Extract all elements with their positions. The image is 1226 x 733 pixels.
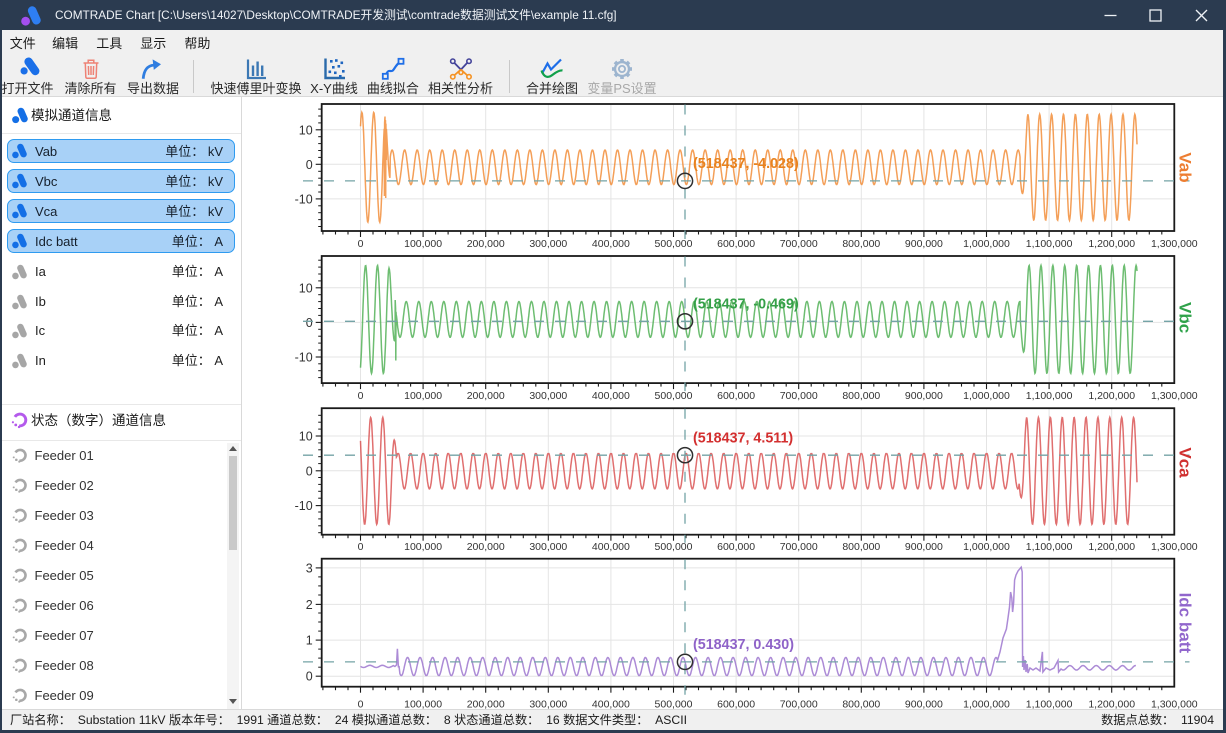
- svg-text:10: 10: [299, 281, 313, 295]
- svg-text:200,000: 200,000: [467, 699, 505, 710]
- svg-text:300,000: 300,000: [529, 541, 567, 553]
- svg-text:900,000: 900,000: [905, 699, 943, 710]
- svg-text:700,000: 700,000: [780, 390, 818, 402]
- svg-text:2: 2: [306, 598, 313, 612]
- svg-text:600,000: 600,000: [717, 238, 755, 250]
- svg-text:1,000,000: 1,000,000: [963, 541, 1010, 553]
- svg-text:700,000: 700,000: [780, 238, 818, 250]
- svg-text:0: 0: [306, 158, 313, 172]
- svg-text:600,000: 600,000: [717, 390, 755, 402]
- svg-text:1,300,000: 1,300,000: [1151, 699, 1198, 710]
- svg-text:500,000: 500,000: [655, 238, 693, 250]
- svg-text:1,100,000: 1,100,000: [1026, 238, 1073, 250]
- svg-text:1,100,000: 1,100,000: [1026, 541, 1073, 553]
- svg-text:(518437, 4.511): (518437, 4.511): [693, 430, 793, 446]
- svg-text:300,000: 300,000: [529, 699, 567, 710]
- svg-text:900,000: 900,000: [905, 541, 943, 553]
- svg-text:600,000: 600,000: [717, 541, 755, 553]
- svg-text:200,000: 200,000: [467, 390, 505, 402]
- svg-text:500,000: 500,000: [655, 390, 693, 402]
- svg-text:-10: -10: [295, 192, 313, 206]
- svg-text:700,000: 700,000: [780, 541, 818, 553]
- svg-text:(518437, -4.028): (518437, -4.028): [693, 156, 799, 172]
- svg-text:10: 10: [299, 123, 313, 137]
- svg-text:1,200,000: 1,200,000: [1088, 541, 1135, 553]
- svg-text:400,000: 400,000: [592, 238, 630, 250]
- svg-text:0: 0: [306, 316, 313, 330]
- svg-text:(518437, -0.469): (518437, -0.469): [693, 297, 799, 313]
- svg-text:1,300,000: 1,300,000: [1151, 390, 1198, 402]
- svg-text:1,200,000: 1,200,000: [1088, 238, 1135, 250]
- svg-text:400,000: 400,000: [592, 390, 630, 402]
- svg-text:800,000: 800,000: [842, 390, 880, 402]
- svg-text:100,000: 100,000: [404, 390, 442, 402]
- svg-text:800,000: 800,000: [842, 238, 880, 250]
- svg-text:500,000: 500,000: [655, 541, 693, 553]
- svg-text:-10: -10: [295, 499, 313, 513]
- svg-text:1,100,000: 1,100,000: [1026, 699, 1073, 710]
- svg-text:0: 0: [306, 464, 313, 478]
- svg-text:10: 10: [299, 430, 313, 444]
- svg-text:-10: -10: [295, 351, 313, 365]
- svg-text:200,000: 200,000: [467, 541, 505, 553]
- svg-text:0: 0: [306, 670, 313, 684]
- svg-text:0: 0: [358, 390, 364, 402]
- svg-text:100,000: 100,000: [404, 541, 442, 553]
- svg-text:100,000: 100,000: [404, 699, 442, 710]
- svg-text:1,200,000: 1,200,000: [1088, 390, 1135, 402]
- svg-text:3: 3: [306, 561, 313, 575]
- svg-text:Vbc: Vbc: [1176, 302, 1195, 333]
- svg-text:Vca: Vca: [1176, 447, 1195, 478]
- svg-text:800,000: 800,000: [842, 699, 880, 710]
- svg-text:Vab: Vab: [1176, 152, 1195, 182]
- svg-text:0: 0: [358, 238, 364, 250]
- svg-text:1,000,000: 1,000,000: [963, 390, 1010, 402]
- svg-text:1,200,000: 1,200,000: [1088, 699, 1135, 710]
- svg-text:600,000: 600,000: [717, 699, 755, 710]
- svg-text:100,000: 100,000: [404, 238, 442, 250]
- svg-text:900,000: 900,000: [905, 238, 943, 250]
- svg-text:400,000: 400,000: [592, 699, 630, 710]
- svg-text:1: 1: [306, 634, 313, 648]
- svg-text:400,000: 400,000: [592, 541, 630, 553]
- svg-text:1,300,000: 1,300,000: [1151, 238, 1198, 250]
- svg-text:800,000: 800,000: [842, 541, 880, 553]
- svg-text:700,000: 700,000: [780, 699, 818, 710]
- svg-text:1,100,000: 1,100,000: [1026, 390, 1073, 402]
- svg-text:300,000: 300,000: [529, 238, 567, 250]
- svg-text:1,000,000: 1,000,000: [963, 238, 1010, 250]
- svg-text:500,000: 500,000: [655, 699, 693, 710]
- svg-text:Idc batt: Idc batt: [1176, 593, 1195, 654]
- svg-text:0: 0: [358, 699, 364, 710]
- svg-text:300,000: 300,000: [529, 390, 567, 402]
- svg-text:200,000: 200,000: [467, 238, 505, 250]
- svg-text:1,000,000: 1,000,000: [963, 699, 1010, 710]
- svg-text:0: 0: [358, 541, 364, 553]
- svg-text:(518437, 0.430): (518437, 0.430): [693, 637, 794, 653]
- svg-text:900,000: 900,000: [905, 390, 943, 402]
- svg-text:1,300,000: 1,300,000: [1151, 541, 1198, 553]
